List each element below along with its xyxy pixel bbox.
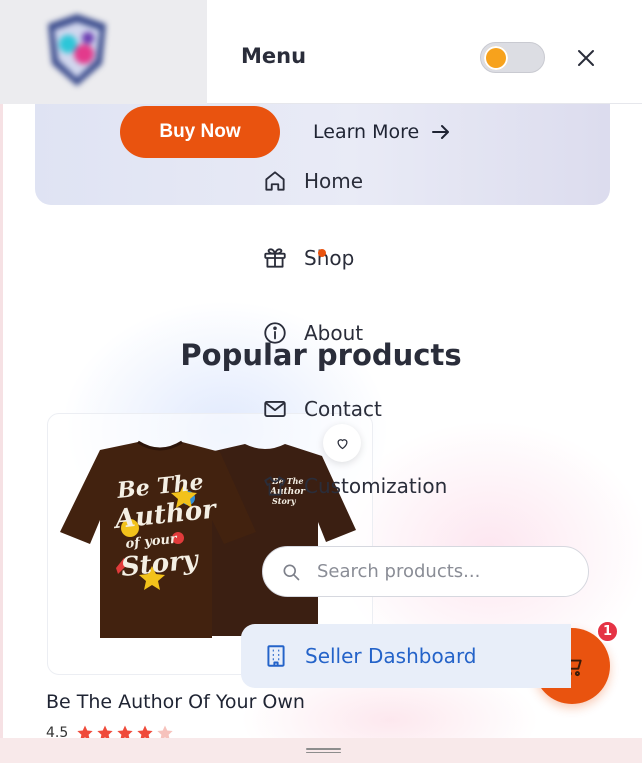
mail-icon [264,401,286,417]
search-input[interactable] [317,561,547,582]
nav-item-shop[interactable]: Shop [262,241,354,275]
search-icon [283,564,300,580]
nav-item-about[interactable]: About [262,316,363,350]
search-box[interactable] [262,546,589,597]
nav-label-customization: Customization [304,474,448,498]
close-menu-button[interactable] [574,46,598,70]
nav-item-home[interactable]: Home [262,164,363,198]
nav-label-home: Home [304,169,364,193]
brand-logo[interactable] [0,0,207,104]
sun-icon [484,46,508,70]
heart-icon [337,438,347,449]
nav-item-contact[interactable]: Contact [262,392,382,426]
arrow-right-icon [432,125,450,139]
shop-indicator-dot [318,249,326,257]
nav-item-customization[interactable]: Customization [262,469,447,503]
cart-count-badge: 1 [596,620,619,643]
nav-label-shop: Shop [304,246,355,270]
gift-icon [264,248,286,268]
info-icon [264,322,286,344]
wishlist-button[interactable] [323,424,361,462]
left-edge-strip [0,0,3,763]
drag-handle[interactable] [306,748,341,753]
nav-label-contact: Contact [304,397,382,421]
seller-dashboard-label: Seller Dashboard [305,644,477,668]
buy-now-button[interactable]: Buy Now [120,106,280,158]
seller-dashboard-button[interactable]: Seller Dashboard [241,624,571,688]
learn-more-label: Learn More [313,121,420,143]
nav-label-about: About [304,321,364,345]
menu-title: Menu [241,44,307,68]
menu-header: Menu [0,0,642,104]
product-name[interactable]: Be The Author Of Your Own [46,691,305,713]
logo-icon [48,14,106,86]
learn-more-button[interactable]: Learn More [313,116,453,148]
home-icon [265,171,285,191]
building-icon [267,645,285,667]
theme-toggle[interactable] [480,42,545,73]
close-icon [578,50,594,66]
shirt-icon [264,476,286,496]
